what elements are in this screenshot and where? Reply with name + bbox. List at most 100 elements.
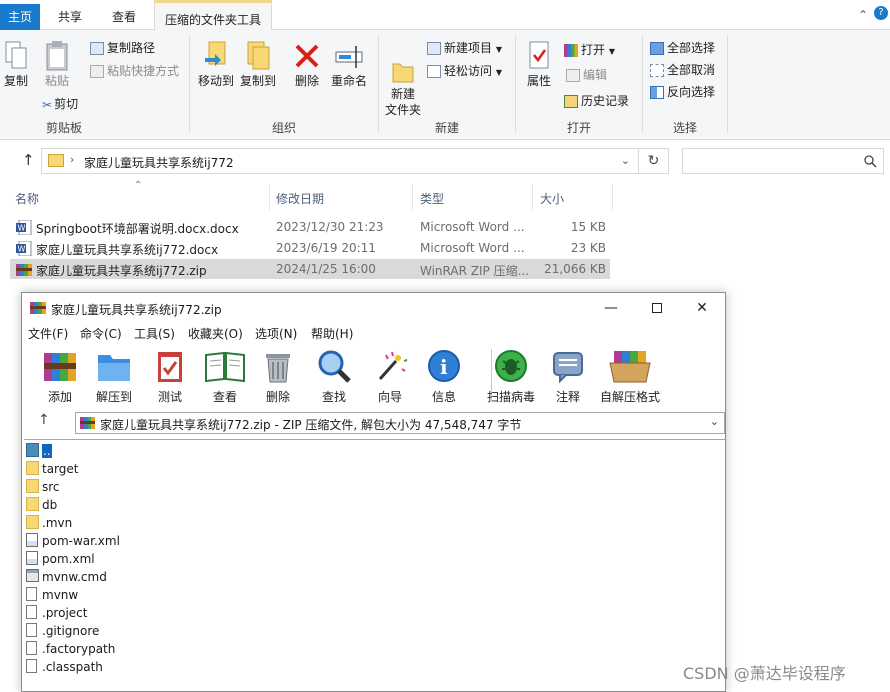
- edit-icon: [566, 69, 580, 82]
- collapse-ribbon-icon[interactable]: ⌃: [858, 8, 868, 22]
- folder-icon: [26, 461, 39, 475]
- paste-shortcut-button[interactable]: 粘贴快捷方式: [90, 62, 179, 79]
- scan-virus-button[interactable]: 扫描病毒: [484, 349, 538, 405]
- delete-archive-button[interactable]: 删除: [258, 349, 298, 405]
- tab-view[interactable]: 查看: [102, 4, 146, 30]
- item-name: .classpath: [42, 660, 103, 674]
- address-bar[interactable]: › 家庭儿童玩具共享系统ij772 ⌄: [41, 148, 639, 174]
- select-none-button[interactable]: 全部取消: [650, 61, 715, 78]
- history-button[interactable]: 历史记录: [564, 92, 629, 109]
- chevron-down-icon[interactable]: ⌄: [621, 154, 630, 167]
- new-item-button[interactable]: 新建项目 ▼: [427, 39, 502, 56]
- file-size: 15 KB: [570, 220, 606, 234]
- easy-access-icon: [427, 65, 441, 78]
- column-separator[interactable]: [532, 184, 533, 210]
- column-separator[interactable]: [612, 184, 613, 210]
- file-date: 2023/12/30 21:23: [276, 220, 384, 234]
- open-button[interactable]: 打开 ▼: [564, 41, 615, 58]
- column-size-header[interactable]: 大小: [540, 190, 564, 207]
- menu-favorites[interactable]: 收藏夹(O): [188, 325, 243, 342]
- extract-to-button[interactable]: 解压到: [94, 349, 134, 405]
- help-icon[interactable]: ?: [874, 6, 888, 20]
- delete-button[interactable]: 删除: [292, 40, 322, 89]
- archive-path-field[interactable]: 家庭儿童玩具共享系统ij772.zip - ZIP 压缩文件, 解包大小为 47…: [75, 412, 725, 434]
- add-button[interactable]: 添加: [40, 349, 80, 405]
- test-button[interactable]: 测试: [150, 349, 190, 405]
- properties-button[interactable]: 属性: [524, 40, 554, 89]
- refresh-button[interactable]: ↻: [639, 148, 669, 174]
- view-label: 查看: [212, 390, 237, 404]
- copy-to-button[interactable]: 复制到: [238, 40, 278, 89]
- select-all-button[interactable]: 全部选择: [650, 39, 715, 56]
- column-separator[interactable]: [269, 184, 270, 210]
- menu-tools[interactable]: 工具(S): [134, 325, 175, 342]
- delete-archive-label: 删除: [265, 390, 290, 404]
- test-clipboard-icon: [158, 352, 182, 382]
- column-type-header[interactable]: 类型: [420, 190, 444, 207]
- file-row[interactable]: W 家庭儿童玩具共享系统ij772.docx 2023/6/19 20:11 M…: [10, 238, 610, 258]
- info-button[interactable]: i 信息: [424, 349, 464, 405]
- file-row-selected[interactable]: 家庭儿童玩具共享系统ij772.zip 2024/1/25 16:00 WinR…: [10, 259, 610, 279]
- minimize-button[interactable]: —: [596, 297, 626, 319]
- tab-home[interactable]: 主页: [0, 4, 41, 30]
- tab-share[interactable]: 共享: [48, 4, 92, 30]
- up-one-level-icon[interactable]: ↑: [38, 412, 50, 428]
- scissors-icon: ✂: [42, 97, 53, 112]
- delete-label: 删除: [294, 74, 319, 88]
- up-arrow-icon[interactable]: ↑: [22, 151, 35, 169]
- file-type: Microsoft Word ...: [420, 220, 525, 234]
- new-item-label: 新建项目: [444, 41, 493, 55]
- rename-button[interactable]: 重命名: [328, 40, 370, 89]
- menu-commands[interactable]: 命令(C): [80, 325, 122, 342]
- column-date-header[interactable]: 修改日期: [276, 190, 324, 207]
- copy-path-icon: [90, 42, 104, 55]
- properties-icon: [529, 41, 549, 69]
- chevron-down-icon[interactable]: ⌄: [710, 415, 719, 428]
- wizard-button[interactable]: 向导: [370, 349, 410, 405]
- menu-help[interactable]: 帮助(H): [311, 325, 353, 342]
- winrar-archive-icon: [16, 264, 32, 276]
- copy-icon: [5, 41, 27, 69]
- copy-to-label: 复制到: [239, 74, 276, 88]
- comment-button[interactable]: 注释: [548, 349, 588, 405]
- new-group-label: 新建: [434, 121, 459, 135]
- add-archive-icon: [44, 353, 76, 381]
- magnifier-icon: [318, 350, 351, 383]
- item-name: mvnw: [42, 588, 79, 602]
- invert-selection-button[interactable]: 反向选择: [650, 83, 715, 100]
- view-button[interactable]: 查看: [202, 349, 248, 405]
- item-name: ..: [42, 444, 52, 458]
- menu-options[interactable]: 选项(N): [255, 325, 297, 342]
- test-label: 测试: [157, 390, 182, 404]
- sfx-button[interactable]: 自解压格式: [598, 349, 662, 405]
- new-group: 新建 文件夹 新建项目 ▼ 轻松访问 ▼ 新建: [379, 30, 515, 140]
- close-button[interactable]: ✕: [687, 297, 717, 319]
- tab-zip-tools[interactable]: 压缩的文件夹工具: [154, 0, 273, 31]
- info-label: 信息: [431, 390, 456, 404]
- search-input[interactable]: [682, 148, 884, 174]
- copy-path-button[interactable]: 复制路径: [90, 39, 155, 56]
- cut-button[interactable]: ✂ 剪切: [42, 95, 78, 112]
- find-label: 查找: [321, 390, 346, 404]
- menu-file[interactable]: 文件(F): [28, 325, 68, 342]
- find-button[interactable]: 查找: [314, 349, 354, 405]
- select-group: 全部选择 全部取消 反向选择 选择: [643, 30, 727, 140]
- paste-button[interactable]: 粘贴: [40, 40, 74, 89]
- item-name: .gitignore: [42, 624, 100, 638]
- file-row[interactable]: W Springboot环境部署说明.docx.docx 2023/12/30 …: [10, 217, 610, 237]
- column-separator[interactable]: [412, 184, 413, 210]
- clipboard-group: 复制 粘贴 复制路径 粘贴快捷方式 ✂ 剪切 剪贴板: [0, 30, 179, 140]
- chevron-right-icon: ›: [70, 153, 75, 166]
- move-to-button[interactable]: 移动到: [196, 40, 236, 89]
- edit-button[interactable]: 编辑: [566, 66, 607, 83]
- winrar-title-bar[interactable]: 家庭儿童玩具共享系统ij772.zip — ✕: [22, 293, 725, 323]
- paste-icon: [46, 41, 68, 71]
- column-name-header[interactable]: 名称: [15, 190, 39, 207]
- copy-button[interactable]: 复制: [2, 40, 30, 89]
- maximize-button[interactable]: [642, 297, 672, 319]
- maximize-icon: [652, 303, 662, 313]
- minimize-icon: —: [604, 300, 618, 316]
- paste-shortcut-icon: [90, 65, 104, 78]
- easy-access-button[interactable]: 轻松访问 ▼: [427, 62, 502, 79]
- ribbon-separator: [727, 36, 728, 132]
